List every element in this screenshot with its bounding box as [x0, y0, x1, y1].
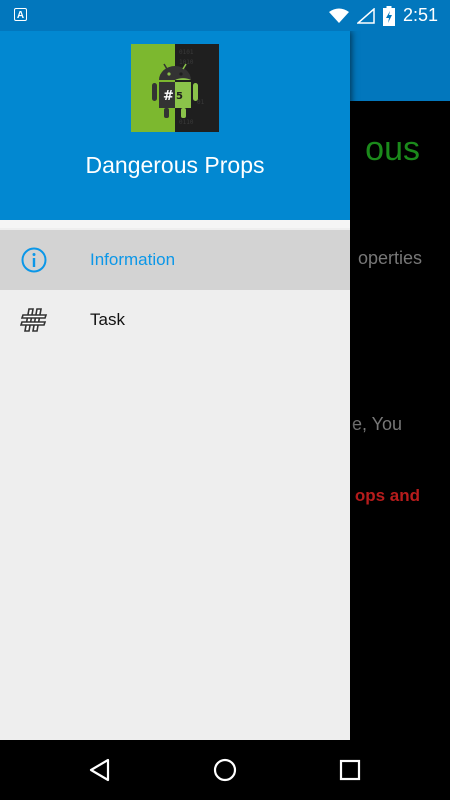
svg-text:1010: 1010 — [179, 59, 194, 66]
nav-item-label: Task — [90, 310, 125, 329]
svg-text:5: 5 — [176, 91, 183, 102]
drawer-app-title: Dangerous Props — [85, 152, 265, 178]
back-icon[interactable] — [86, 756, 114, 784]
signal-icon — [356, 7, 375, 24]
navigation-drawer[interactable]: 0101 1010 0110 01 # 5 Dangerous Props In… — [0, 31, 350, 740]
divider — [0, 220, 350, 228]
recents-icon[interactable] — [336, 756, 364, 784]
system-navigation-bar — [0, 740, 450, 800]
drawer-header: 0101 1010 0110 01 # 5 Dangerous Props — [0, 31, 350, 220]
battery-charging-icon — [382, 5, 395, 26]
wifi-icon — [328, 8, 349, 23]
app-logo: 0101 1010 0110 01 # 5 — [131, 44, 219, 132]
svg-text:#: # — [163, 89, 174, 104]
svg-text:01: 01 — [197, 99, 205, 106]
clock: 2:51 — [402, 5, 438, 25]
nav-item-information[interactable]: Information — [0, 230, 350, 290]
status-bar: A 2:51 — [0, 0, 450, 31]
a-notification-icon: A — [14, 8, 27, 21]
info-circle-icon — [21, 247, 47, 273]
hash-icon — [20, 308, 48, 332]
nav-item-label: Information — [90, 250, 176, 269]
svg-text:0110: 0110 — [179, 119, 194, 126]
nav-item-task[interactable]: Task — [0, 290, 350, 350]
home-icon[interactable] — [211, 756, 239, 784]
svg-text:0101: 0101 — [179, 49, 194, 56]
